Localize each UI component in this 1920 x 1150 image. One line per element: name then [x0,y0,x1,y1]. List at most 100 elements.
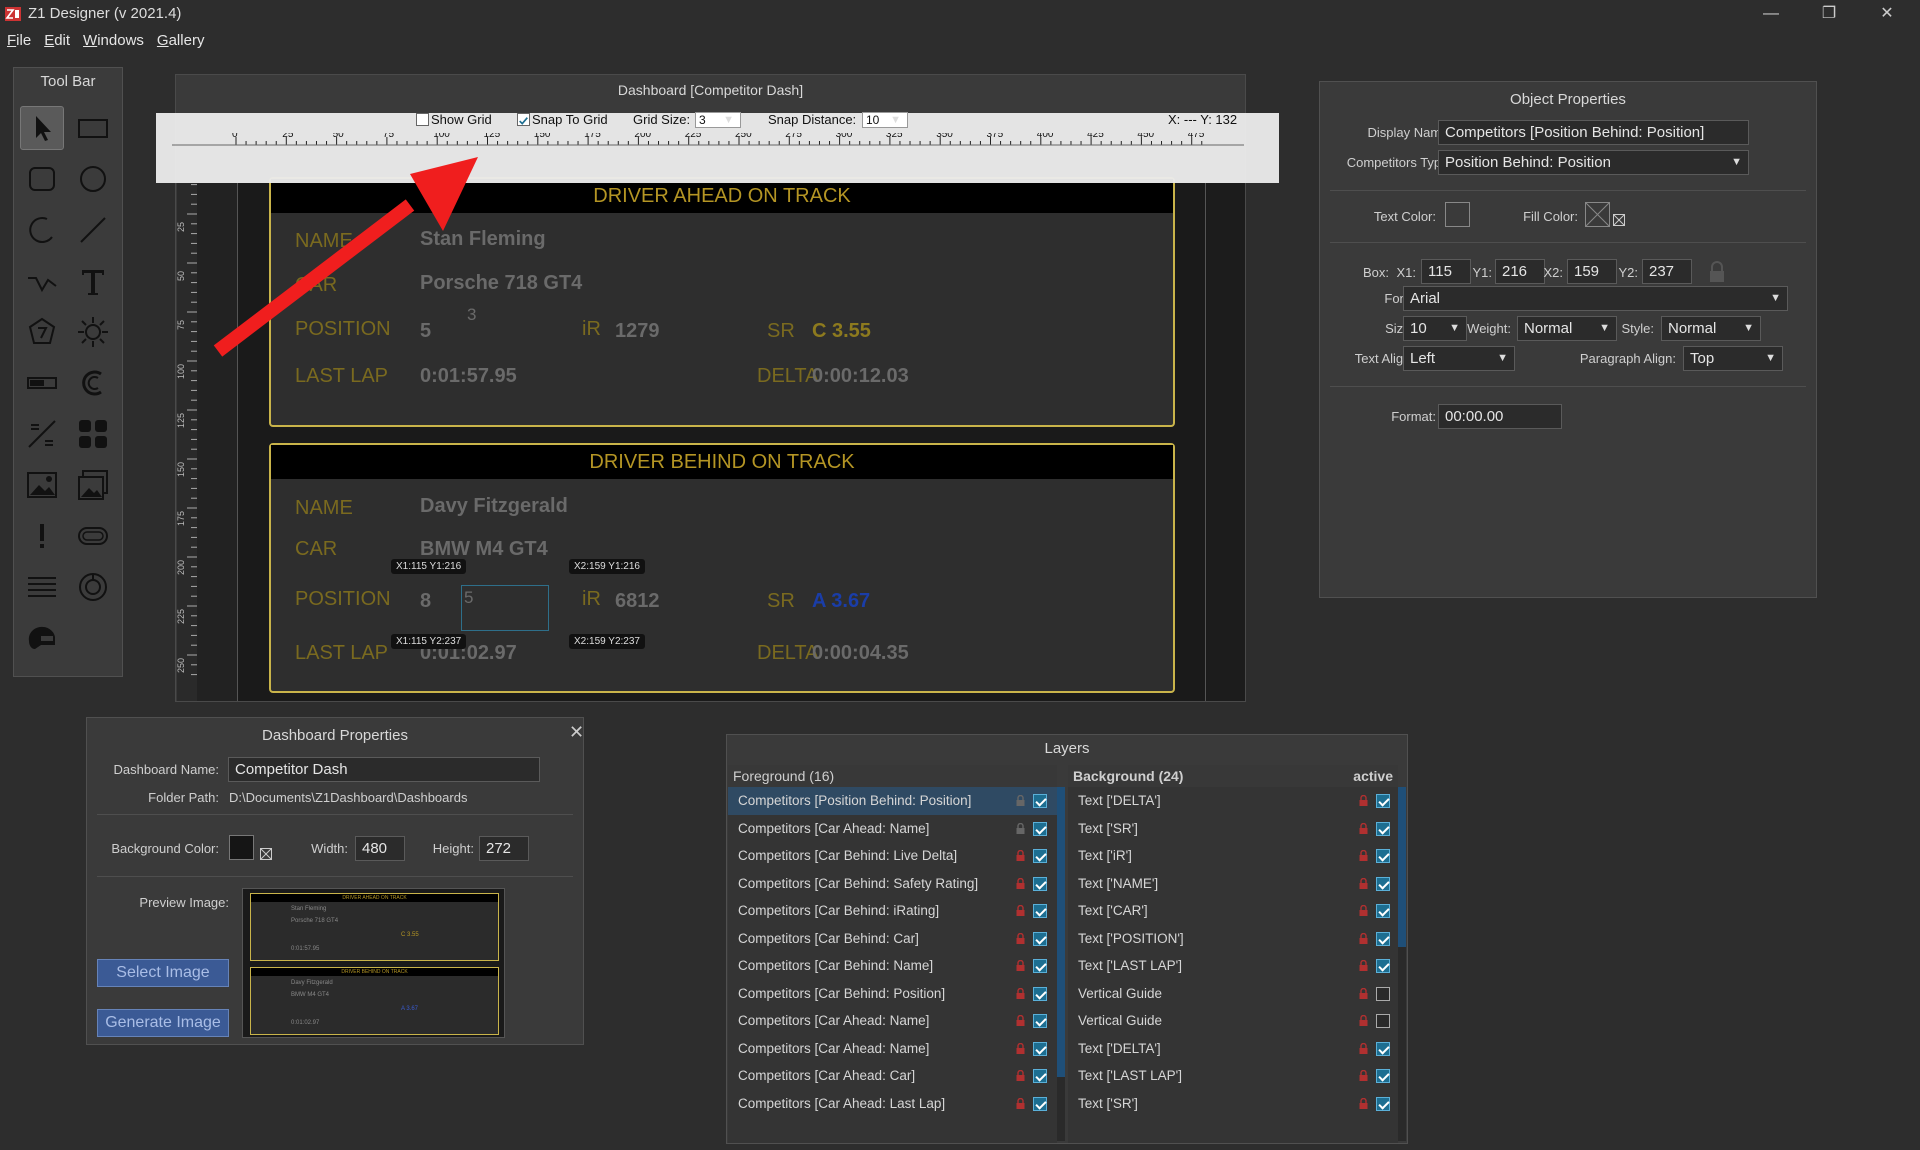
background-layer-row[interactable]: Text ['LAST LAP'] [1068,952,1398,980]
background-layer-row[interactable]: Text ['SR'] [1068,1090,1398,1118]
ahead-delta[interactable]: 0:00:12.03 [812,365,909,388]
grid-size-select[interactable]: 3 [695,112,741,128]
lock-icon[interactable] [1359,877,1368,889]
background-layer-row[interactable]: Text ['POSITION'] [1068,925,1398,953]
dial-tool[interactable] [71,565,115,609]
behind-irating[interactable]: 6812 [615,590,660,613]
weight-select[interactable]: Normal [1517,316,1617,341]
y2-input[interactable]: 237 [1642,259,1692,284]
foreground-layer-row[interactable]: Competitors [Position Behind: Position] [728,787,1057,815]
width-input[interactable]: 480 [355,836,405,861]
polyline-tool[interactable] [20,259,64,303]
size-select[interactable]: 10 [1403,316,1467,341]
select-tool[interactable] [20,106,64,150]
layer-active-checkbox[interactable] [1376,821,1390,836]
behind-position-sub[interactable]: 5 [464,588,473,608]
lock-icon[interactable] [1359,1070,1368,1081]
foreground-layer-row[interactable]: Competitors [Car Ahead: Car] [728,1062,1057,1090]
lock-icon[interactable] [1359,850,1368,861]
layer-visible-checkbox[interactable] [1033,794,1047,808]
background-layer-row[interactable]: Text ['NAME'] [1068,870,1398,898]
text-color-swatch[interactable] [1445,202,1470,227]
behind-position[interactable]: 8 [420,590,431,613]
behind-safety-rating[interactable]: A 3.67 [812,590,870,613]
fill-color-none-icon[interactable] [1585,202,1610,227]
layer-active-checkbox[interactable] [1376,959,1390,973]
lock-icon[interactable] [1016,987,1025,999]
menu-edit[interactable]: Edit [44,29,70,53]
lock-icon[interactable] [1359,795,1368,806]
background-layer-row[interactable]: Vertical Guide [1068,980,1398,1008]
rounded-rect-tool[interactable] [20,157,64,201]
menu-file[interactable]: File [7,29,31,53]
light-tool[interactable] [71,310,115,354]
layer-active-checkbox[interactable] [1376,1014,1390,1028]
lock-icon[interactable] [1016,905,1025,916]
lock-icon[interactable] [1016,850,1025,861]
layer-visible-checkbox[interactable] [1033,986,1047,1001]
x1-input[interactable]: 115 [1421,259,1471,284]
show-grid-checkbox[interactable] [416,113,429,126]
lock-icon[interactable] [1016,1015,1025,1026]
clear-background-icon[interactable] [260,848,272,860]
lock-icon[interactable] [1359,932,1368,944]
ellipse-tool[interactable] [71,157,115,201]
close-window-button[interactable]: ✕ [1864,0,1910,29]
rectangle-tool[interactable] [71,106,115,150]
layer-active-checkbox[interactable] [1376,986,1390,1001]
foreground-layer-row[interactable]: Competitors [Car Behind: Live Delta] [728,842,1057,870]
background-layer-row[interactable]: Text ['DELTA'] [1068,1035,1398,1063]
height-input[interactable]: 272 [479,836,529,861]
competitors-type-select[interactable]: Position Behind: Position [1438,150,1749,175]
foreground-scrollbar[interactable] [1057,787,1065,1141]
line-tool[interactable] [71,208,115,252]
menu-windows[interactable]: Windows [83,29,144,53]
behind-car[interactable]: BMW M4 GT4 [420,538,548,561]
lock-icon[interactable] [1359,1042,1368,1054]
behind-delta[interactable]: 0:00:04.35 [812,642,909,665]
layer-visible-checkbox[interactable] [1033,1041,1047,1056]
layer-active-checkbox[interactable] [1376,849,1390,863]
lock-icon[interactable] [1359,1097,1368,1109]
ahead-irating[interactable]: 1279 [615,320,660,343]
close-panel-button[interactable]: ✕ [569,722,584,743]
background-layer-row[interactable]: Text ['SR'] [1068,815,1398,843]
foreground-layer-row[interactable]: Competitors [Car Behind: Safety Rating] [728,870,1057,898]
background-layer-row[interactable]: Text ['LAST LAP'] [1068,1062,1398,1090]
lock-aspect-icon[interactable] [1708,261,1726,283]
lock-icon[interactable] [1016,1097,1025,1109]
foreground-layer-row[interactable]: Competitors [Car Ahead: Name] [728,1035,1057,1063]
snap-distance-select[interactable]: 10 [862,112,908,128]
layer-visible-checkbox[interactable] [1033,876,1047,891]
snap-to-grid-checkbox[interactable] [517,113,530,126]
background-color-swatch[interactable] [229,835,254,860]
foreground-layer-row[interactable]: Competitors [Car Behind: Name] [728,952,1057,980]
paragraph-align-select[interactable]: Top [1683,346,1783,371]
layer-active-checkbox[interactable] [1376,794,1390,808]
lock-icon[interactable] [1359,1015,1368,1026]
layer-active-checkbox[interactable] [1376,1041,1390,1056]
lock-icon[interactable] [1359,960,1368,971]
foreground-layer-row[interactable]: Competitors [Car Ahead: Last Lap] [728,1090,1057,1118]
foreground-layer-row[interactable]: Competitors [Car Ahead: Name] [728,1007,1057,1035]
text-tool[interactable] [71,259,115,303]
format-input[interactable]: 00:00.00 [1438,404,1562,429]
background-layer-row[interactable]: Text ['DELTA'] [1068,787,1398,815]
layer-visible-checkbox[interactable] [1033,1014,1047,1028]
minimize-button[interactable]: — [1748,0,1794,29]
selected-element-box[interactable]: 5 [461,585,549,631]
lock-icon[interactable] [1016,932,1025,944]
layer-visible-checkbox[interactable] [1033,959,1047,973]
arc-tool[interactable] [20,208,64,252]
foreground-layer-row[interactable]: Competitors [Car Ahead: Name] [728,815,1057,843]
alert-tool[interactable] [20,514,64,558]
lock-icon[interactable] [1016,795,1025,806]
lock-icon[interactable] [1016,1042,1025,1054]
helmet-tool[interactable] [20,616,64,660]
background-scrollbar[interactable] [1398,787,1406,1141]
list-tool[interactable] [20,565,64,609]
layer-active-checkbox[interactable] [1376,876,1390,891]
foreground-layer-row[interactable]: Competitors [Car Behind: iRating] [728,897,1057,925]
lock-icon[interactable] [1359,987,1368,999]
layer-active-checkbox[interactable] [1376,931,1390,946]
